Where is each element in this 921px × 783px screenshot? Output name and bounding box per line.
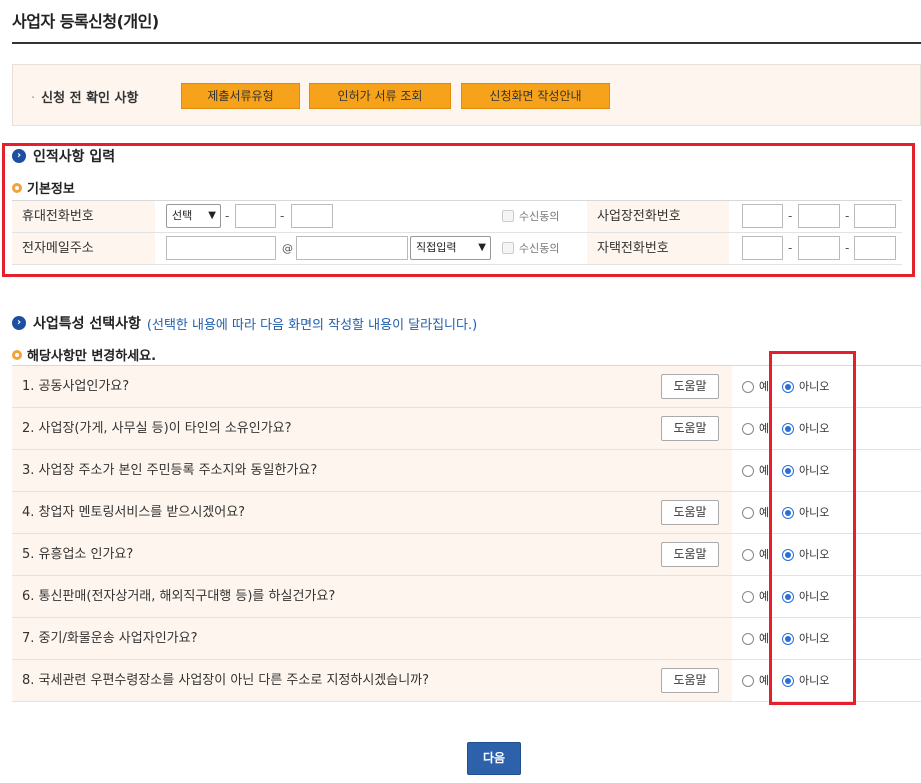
yes-radio[interactable] bbox=[742, 591, 754, 603]
help-button[interactable]: 도움말 bbox=[661, 416, 719, 441]
yes-radio[interactable] bbox=[742, 381, 754, 393]
permit-docs-lookup-button[interactable]: 인허가 서류 조회 bbox=[309, 83, 451, 109]
question-text: 4. 창업자 멘토링서비스를 받으시겠어요? bbox=[12, 492, 732, 533]
writing-guide-button[interactable]: 신청화면 작성안내 bbox=[461, 83, 610, 109]
question-text: 6. 통신판매(전자상거래, 해외직구대행 등)를 하실건가요? bbox=[12, 576, 732, 617]
yes-radio[interactable] bbox=[742, 633, 754, 645]
yes-label: 예 bbox=[759, 632, 770, 645]
business-traits-heading: › 사업특성 선택사항 (선택한 내용에 따라 다음 화면의 작성할 내용이 달라집… bbox=[12, 313, 477, 333]
yes-label: 예 bbox=[759, 422, 770, 435]
arrow-right-icon: › bbox=[12, 316, 26, 330]
yes-radio[interactable] bbox=[742, 507, 754, 519]
question-text: 7. 중기/화물운송 사업자인가요? bbox=[12, 618, 732, 659]
submission-docs-button[interactable]: 제출서류유형 bbox=[181, 83, 300, 109]
next-button[interactable]: 다음 bbox=[467, 742, 521, 775]
precheck-label-text: 신청 전 확인 사항 bbox=[41, 91, 139, 106]
question-text: 8. 국세관련 우편수령장소를 사업장이 아닌 다른 주소로 지정하시겠습니까? bbox=[12, 660, 732, 701]
change-only-heading: 해당사항만 변경하세요. bbox=[12, 345, 156, 364]
help-button[interactable]: 도움말 bbox=[661, 374, 719, 399]
yes-label: 예 bbox=[759, 506, 770, 519]
yes-label: 예 bbox=[759, 380, 770, 393]
precheck-panel: · 신청 전 확인 사항 제출서류유형 인허가 서류 조회 신청화면 작성안내 bbox=[12, 64, 921, 126]
bullet-dot-icon: · bbox=[31, 91, 36, 106]
business-traits-heading-text: 사업특성 선택사항 bbox=[33, 316, 141, 332]
yes-radio[interactable] bbox=[742, 423, 754, 435]
yes-label: 예 bbox=[759, 464, 770, 477]
question-text: 1. 공동사업인가요? bbox=[12, 366, 732, 407]
bullet-icon bbox=[12, 349, 22, 360]
help-button[interactable]: 도움말 bbox=[661, 668, 719, 693]
yes-radio[interactable] bbox=[742, 549, 754, 561]
precheck-label: · 신청 전 확인 사항 bbox=[31, 87, 138, 106]
question-text: 5. 유흥업소 인가요? bbox=[12, 534, 732, 575]
question-text: 3. 사업장 주소가 본인 주민등록 주소지와 동일한가요? bbox=[12, 450, 732, 491]
yes-label: 예 bbox=[759, 590, 770, 603]
yes-label: 예 bbox=[759, 548, 770, 561]
change-only-heading-text: 해당사항만 변경하세요. bbox=[27, 349, 157, 364]
page-title: 사업자 등록신청(개인) bbox=[12, 12, 159, 31]
personal-info-highlight bbox=[2, 143, 915, 277]
yes-label: 예 bbox=[759, 674, 770, 687]
help-button[interactable]: 도움말 bbox=[661, 542, 719, 567]
business-traits-hint: (선택한 내용에 따라 다음 화면의 작성할 내용이 달라집니다.) bbox=[146, 317, 478, 333]
yes-radio[interactable] bbox=[742, 675, 754, 687]
answer-column-highlight bbox=[769, 351, 856, 705]
help-button[interactable]: 도움말 bbox=[661, 500, 719, 525]
yes-radio[interactable] bbox=[742, 465, 754, 477]
title-divider bbox=[12, 42, 921, 44]
question-text: 2. 사업장(가게, 사무실 등)이 타인의 소유인가요? bbox=[12, 408, 732, 449]
